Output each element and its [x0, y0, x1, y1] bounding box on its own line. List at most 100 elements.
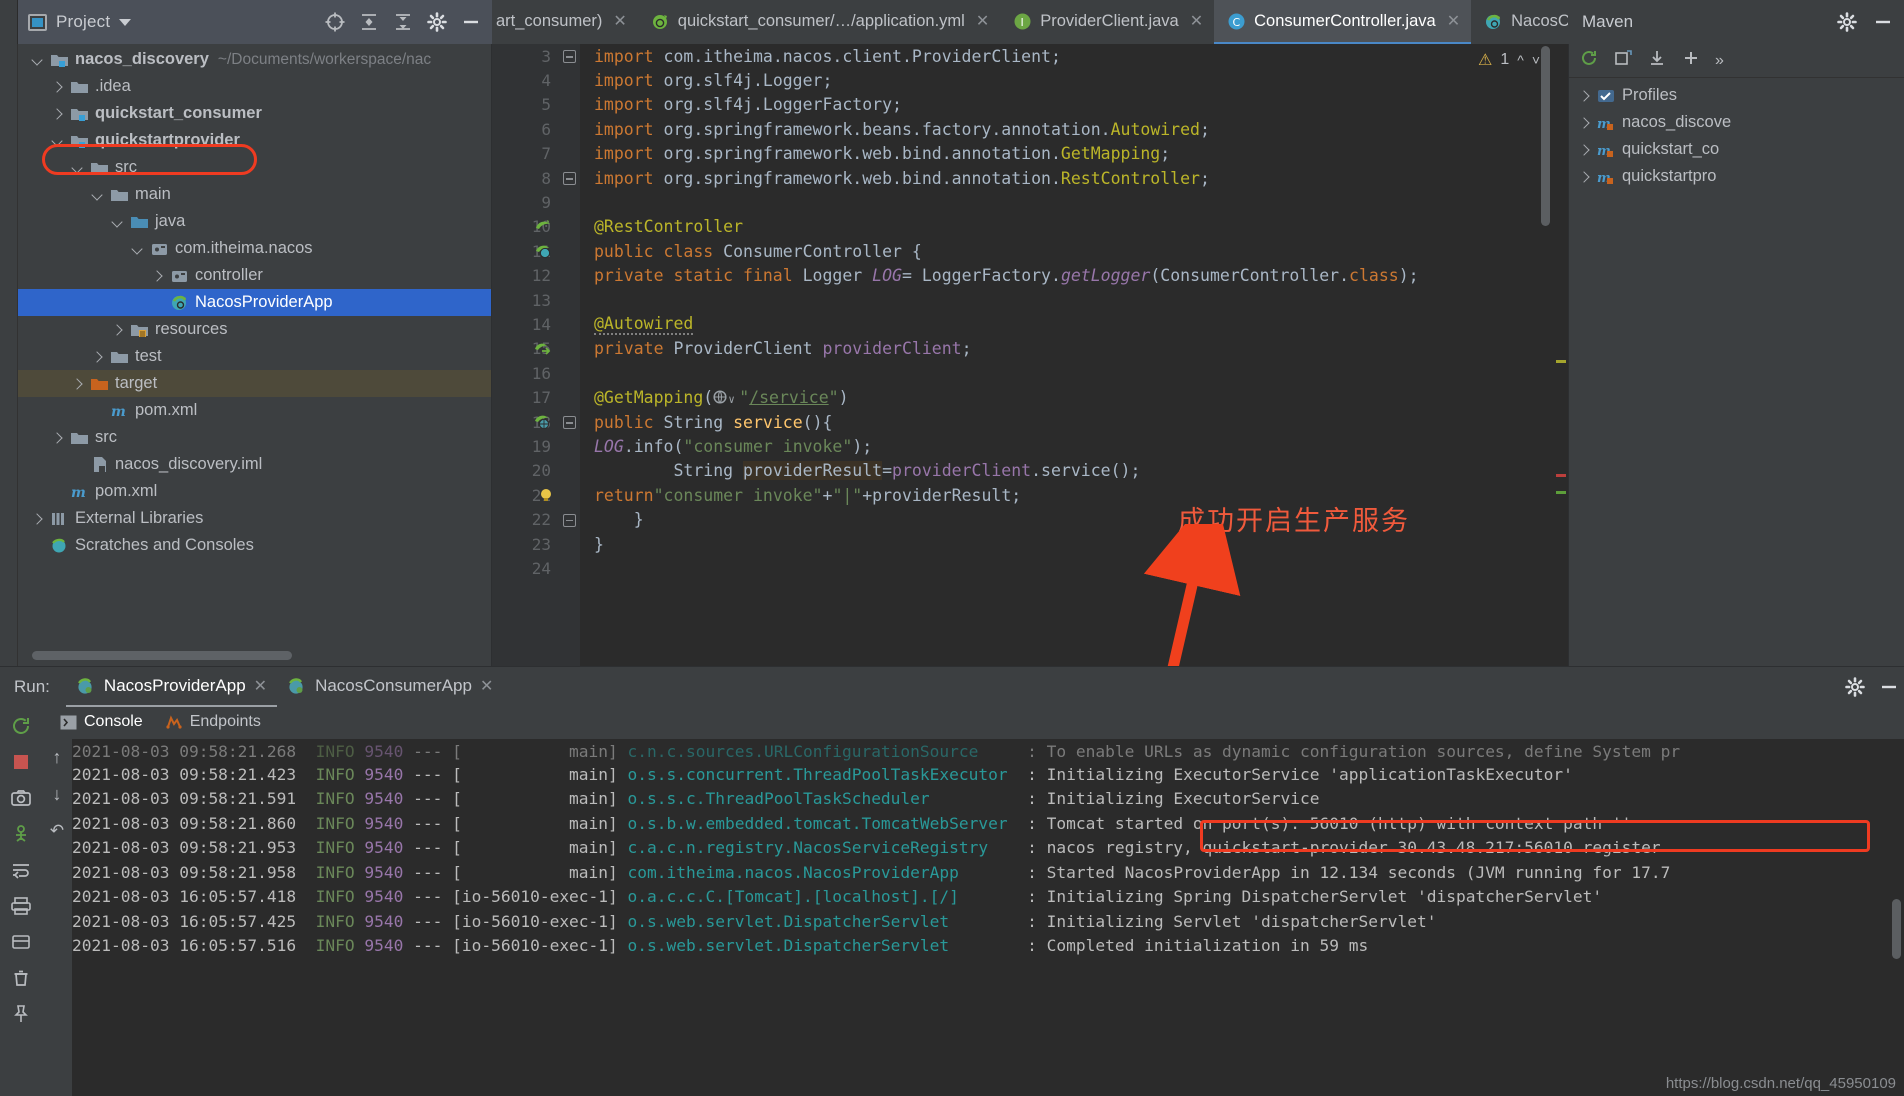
code-area[interactable]: import com.itheima.nacos.client.Provider… [558, 44, 1568, 666]
code-line[interactable] [580, 288, 1568, 312]
prev-problem-icon[interactable]: ^ [1517, 52, 1524, 68]
close-run-tab-icon[interactable]: ✕ [254, 676, 267, 696]
project-tree-hscrollbar[interactable] [32, 651, 292, 660]
tree-item--idea[interactable]: .idea [18, 73, 491, 100]
maven-generate-sources-icon[interactable] [1613, 48, 1633, 73]
scroll-up-icon[interactable]: ↑ [53, 747, 62, 768]
code-line[interactable]: import org.springframework.web.bind.anno… [580, 166, 1568, 190]
fold-start-icon[interactable] [563, 50, 576, 63]
chevron-down-icon[interactable] [106, 217, 128, 227]
collapse-all-icon[interactable] [390, 9, 416, 35]
chevron-down-icon[interactable] [66, 163, 88, 173]
clear-layout-icon[interactable] [8, 929, 34, 955]
tree-item-pom-xml[interactable]: m pom.xml [18, 397, 491, 424]
tree-item-resources[interactable]: resources [18, 316, 491, 343]
tree-item-controller[interactable]: controller [18, 262, 491, 289]
stop-icon[interactable] [8, 749, 34, 775]
gutter-web-run-icon[interactable] [534, 413, 552, 431]
code-line[interactable]: String providerResult = providerClient .ser… [580, 459, 1568, 483]
code-editor[interactable]: 3456789101112131415161718192021222324 im… [492, 44, 1568, 666]
stripe-mark-warning[interactable] [1556, 360, 1566, 363]
tree-item-external-libraries[interactable]: External Libraries [18, 505, 491, 532]
tree-item-target[interactable]: target [18, 370, 491, 397]
code-line[interactable]: private ProviderClient providerClient; [580, 337, 1568, 361]
maven-settings-gear-icon[interactable] [1834, 9, 1860, 35]
next-problem-icon[interactable]: ˅ [1532, 52, 1540, 68]
close-tab-icon[interactable]: ✕ [1447, 11, 1460, 31]
error-stripe[interactable] [1554, 44, 1568, 666]
chevron-right-icon[interactable] [46, 109, 68, 119]
code-line[interactable]: @GetMapping(∨ "/service ") [580, 385, 1568, 409]
run-hide-panel-icon[interactable] [1874, 677, 1904, 697]
code-line[interactable]: LOG .info("consumer invoke"); [580, 434, 1568, 458]
tree-item-pom-xml[interactable]: m pom.xml [18, 478, 491, 505]
select-opened-file-icon[interactable] [322, 9, 348, 35]
chevron-right-icon[interactable] [46, 82, 68, 92]
scroll-down-icon[interactable]: ↓ [53, 784, 62, 805]
intention-bulb-icon[interactable] [538, 487, 556, 505]
settings-gear-icon[interactable] [424, 9, 450, 35]
code-line[interactable] [580, 556, 1568, 580]
code-line[interactable]: import org.slf4j.LoggerFactory; [580, 93, 1568, 117]
rerun-icon[interactable] [8, 713, 34, 739]
code-line[interactable]: import org.slf4j.Logger; [580, 68, 1568, 92]
fold-end-icon[interactable] [563, 513, 576, 527]
run-settings-gear-icon[interactable] [1840, 677, 1870, 697]
maven-download-sources-icon[interactable] [1647, 48, 1667, 73]
project-tool-window-button[interactable]: Project [28, 12, 132, 32]
tree-item-quickstart-consumer[interactable]: quickstart_consumer [18, 100, 491, 127]
editor-tab-nacosconsumerapp-java[interactable]: NacosConsumerApp.java✕ [1471, 0, 1568, 44]
chevron-right-icon[interactable] [1573, 172, 1595, 182]
chevron-right-icon[interactable] [1573, 118, 1595, 128]
tree-item-nacos-discovery-iml[interactable]: nacos_discovery.iml [18, 451, 491, 478]
code-line[interactable]: @RestController [580, 215, 1568, 239]
chevron-right-icon[interactable] [1573, 145, 1595, 155]
maven-item-quickstartpro[interactable]: m quickstartpro [1569, 163, 1904, 190]
print-icon[interactable] [8, 893, 34, 919]
wrap-lines-icon[interactable]: ↶ [50, 821, 64, 841]
maven-tree[interactable]: Profiles m nacos_discove m quickstart_co m qui… [1569, 78, 1904, 190]
editor-vscrollbar[interactable] [1541, 46, 1550, 226]
screenshot-icon[interactable] [8, 785, 34, 811]
console-vscrollbar[interactable] [1892, 899, 1901, 959]
close-tab-icon[interactable]: ✕ [976, 11, 989, 31]
chevron-right-icon[interactable] [46, 433, 68, 443]
chevron-right-icon[interactable] [106, 325, 128, 335]
pin-icon[interactable] [8, 1001, 34, 1027]
close-run-tab-icon[interactable]: ✕ [480, 676, 493, 696]
stripe-mark-error[interactable] [1556, 474, 1566, 477]
maven-item-profiles[interactable]: Profiles [1569, 82, 1904, 109]
code-line[interactable]: private static final Logger LOG = LoggerF… [580, 264, 1568, 288]
soft-wrap-icon[interactable] [8, 857, 34, 883]
maven-reload-icon[interactable] [1579, 48, 1599, 73]
code-line[interactable]: import org.springframework.web.bind.anno… [580, 142, 1568, 166]
code-line[interactable]: public String service(){ [580, 410, 1568, 434]
tree-item-test[interactable]: test [18, 343, 491, 370]
chevron-right-icon[interactable] [146, 271, 168, 281]
tree-item-main[interactable]: main [18, 181, 491, 208]
project-tree[interactable]: nacos_discovery ~/Documents/workerspace/n… [18, 44, 491, 666]
hide-panel-icon[interactable] [458, 9, 484, 35]
maven-add-icon[interactable] [1681, 48, 1701, 73]
console-output[interactable]: 2021-08-03 09:58:21.268 INFO 9540 --- [ … [72, 739, 1904, 1096]
gutter-spring-bean-icon[interactable] [534, 218, 552, 236]
run-tab-nacosconsumerapp[interactable]: NacosConsumerApp ✕ [277, 667, 503, 707]
chevron-right-icon[interactable] [86, 352, 108, 362]
chevron-down-icon[interactable] [26, 55, 48, 65]
inspection-widget[interactable]: ⚠ 1 ^ ˅ [1478, 50, 1540, 70]
code-line[interactable]: public class ConsumerController { [580, 239, 1568, 263]
expand-all-icon[interactable] [356, 9, 382, 35]
tree-item-src[interactable]: src [18, 154, 491, 181]
fold-column[interactable] [558, 44, 580, 666]
code-line[interactable] [580, 190, 1568, 214]
chevron-right-icon[interactable] [66, 379, 88, 389]
code-line[interactable]: @Autowired [580, 312, 1568, 336]
code-line[interactable]: } [580, 507, 1568, 531]
stripe-mark-ok[interactable] [1556, 491, 1566, 494]
chevron-down-icon[interactable] [119, 18, 132, 26]
tree-item-quickstartprovider[interactable]: quickstartprovider [18, 127, 491, 154]
editor-tab-consumercontroller-java[interactable]: C ConsumerController.java ✕ [1214, 0, 1472, 44]
close-tab-icon[interactable]: ✕ [1190, 11, 1203, 31]
code-line[interactable]: import com.itheima.nacos.client.Provider… [580, 44, 1568, 68]
tree-item-scratches-and-consoles[interactable]: Scratches and Consoles [18, 532, 491, 559]
